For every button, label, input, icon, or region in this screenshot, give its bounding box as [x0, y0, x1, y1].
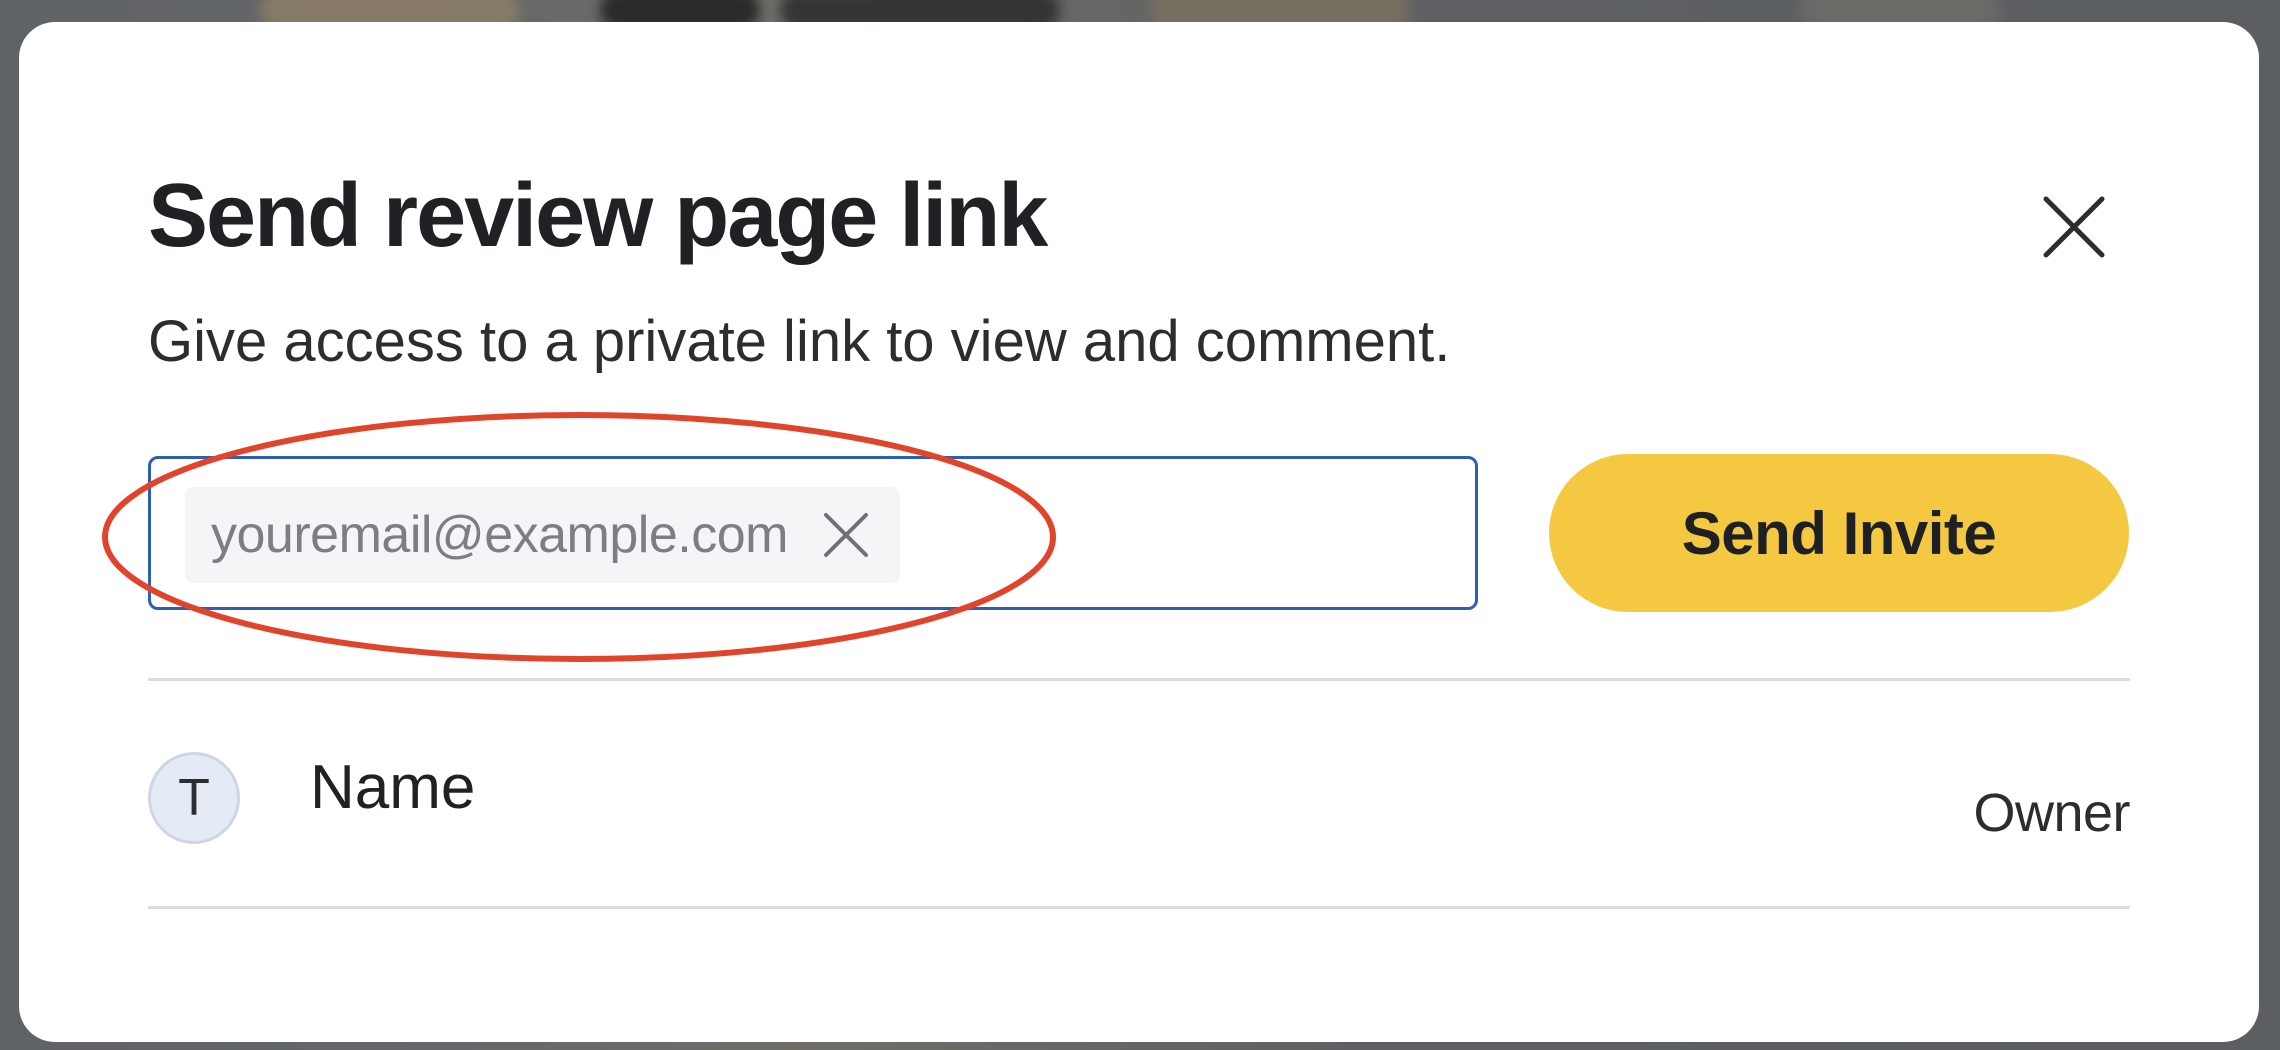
close-icon: [2043, 196, 2105, 258]
send-invite-button[interactable]: Send Invite: [1549, 454, 2129, 612]
share-dialog: Send review page link Give access to a p…: [19, 22, 2259, 1042]
remove-email-button[interactable]: [818, 507, 874, 563]
member-row: T Name Owner: [148, 746, 2130, 856]
divider: [148, 906, 2130, 909]
dialog-subtitle: Give access to a private link to view an…: [148, 309, 1451, 374]
close-icon: [823, 513, 868, 557]
email-chip: youremail@example.com: [185, 487, 900, 583]
member-name: Name: [310, 753, 476, 822]
close-dialog-button[interactable]: [2029, 182, 2119, 272]
avatar: T: [148, 752, 240, 844]
dialog-title: Send review page link: [148, 166, 1048, 266]
email-chip-label: youremail@example.com: [211, 506, 788, 564]
member-role: Owner: [1973, 783, 2130, 843]
email-input-field[interactable]: youremail@example.com: [148, 456, 1478, 610]
divider: [148, 678, 2130, 681]
